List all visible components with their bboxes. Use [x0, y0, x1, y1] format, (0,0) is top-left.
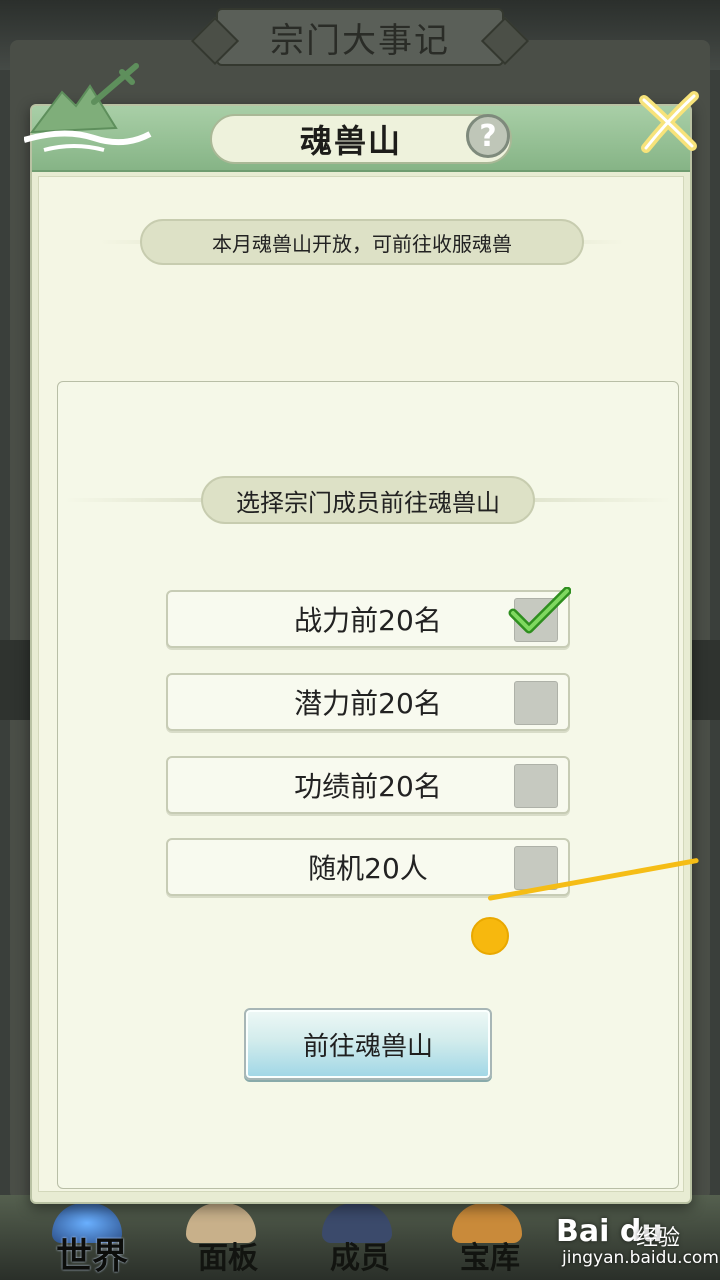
option-checkbox[interactable] [514, 681, 558, 725]
close-x-icon [639, 91, 699, 153]
option-checkbox[interactable] [514, 764, 558, 808]
go-to-beast-mountain-button[interactable]: 前往魂兽山 [244, 1008, 492, 1080]
option-top-power[interactable]: 战力前20名 [166, 587, 571, 648]
beast-mountain-dialog: 魂兽山 ? 本月魂兽山开放，可前往收服魂兽 选择宗门成员前往魂兽山 战力前20名… [24, 63, 699, 1204]
option-label: 潜力前20名 [294, 687, 442, 720]
section-banner: 选择宗门成员前往魂兽山 [64, 475, 672, 525]
nav-item-treasury[interactable]: 宝库 [460, 1233, 520, 1277]
dialog-body: 本月魂兽山开放，可前往收服魂兽 选择宗门成员前往魂兽山 战力前20名 潜力前20… [38, 176, 684, 1192]
dialog-title: 魂兽山 [299, 122, 402, 160]
notice-banner: 本月魂兽山开放，可前往收服魂兽 [99, 217, 625, 267]
go-button-label: 前往魂兽山 [302, 1031, 433, 1062]
notice-pill: 本月魂兽山开放，可前往收服魂兽 [140, 219, 584, 265]
help-button[interactable]: ? [466, 114, 510, 158]
nav-item-panel[interactable]: 面板 [198, 1233, 258, 1277]
nav-item-members[interactable]: 成员 [330, 1233, 390, 1277]
notice-text: 本月魂兽山开放，可前往收服魂兽 [212, 231, 512, 256]
baidu-watermark-url: jingyan.baidu.com [562, 1248, 719, 1268]
option-checkbox[interactable] [508, 587, 571, 642]
option-label: 功绩前20名 [294, 770, 442, 803]
option-random[interactable]: 随机20人 [166, 838, 570, 896]
annotation-pointer-dot [471, 917, 509, 955]
nav-item-world[interactable]: 世界 [56, 1227, 128, 1279]
background-title-plate: 宗门大事记 [216, 8, 504, 66]
option-top-potential[interactable]: 潜力前20名 [166, 673, 570, 731]
section-title: 选择宗门成员前往魂兽山 [236, 488, 500, 517]
member-select-panel: 选择宗门成员前往魂兽山 战力前20名 潜力前20名 功绩前20名 随机20人 前… [57, 381, 679, 1189]
checkmark-icon [508, 587, 571, 634]
mountain-sword-icon [24, 63, 152, 152]
section-pill: 选择宗门成员前往魂兽山 [201, 476, 535, 524]
close-button[interactable] [634, 88, 704, 158]
background-title: 宗门大事记 [270, 20, 450, 61]
question-mark-icon: ? [479, 118, 497, 154]
option-label: 随机20人 [308, 852, 428, 885]
option-top-merit[interactable]: 功绩前20名 [166, 756, 570, 814]
